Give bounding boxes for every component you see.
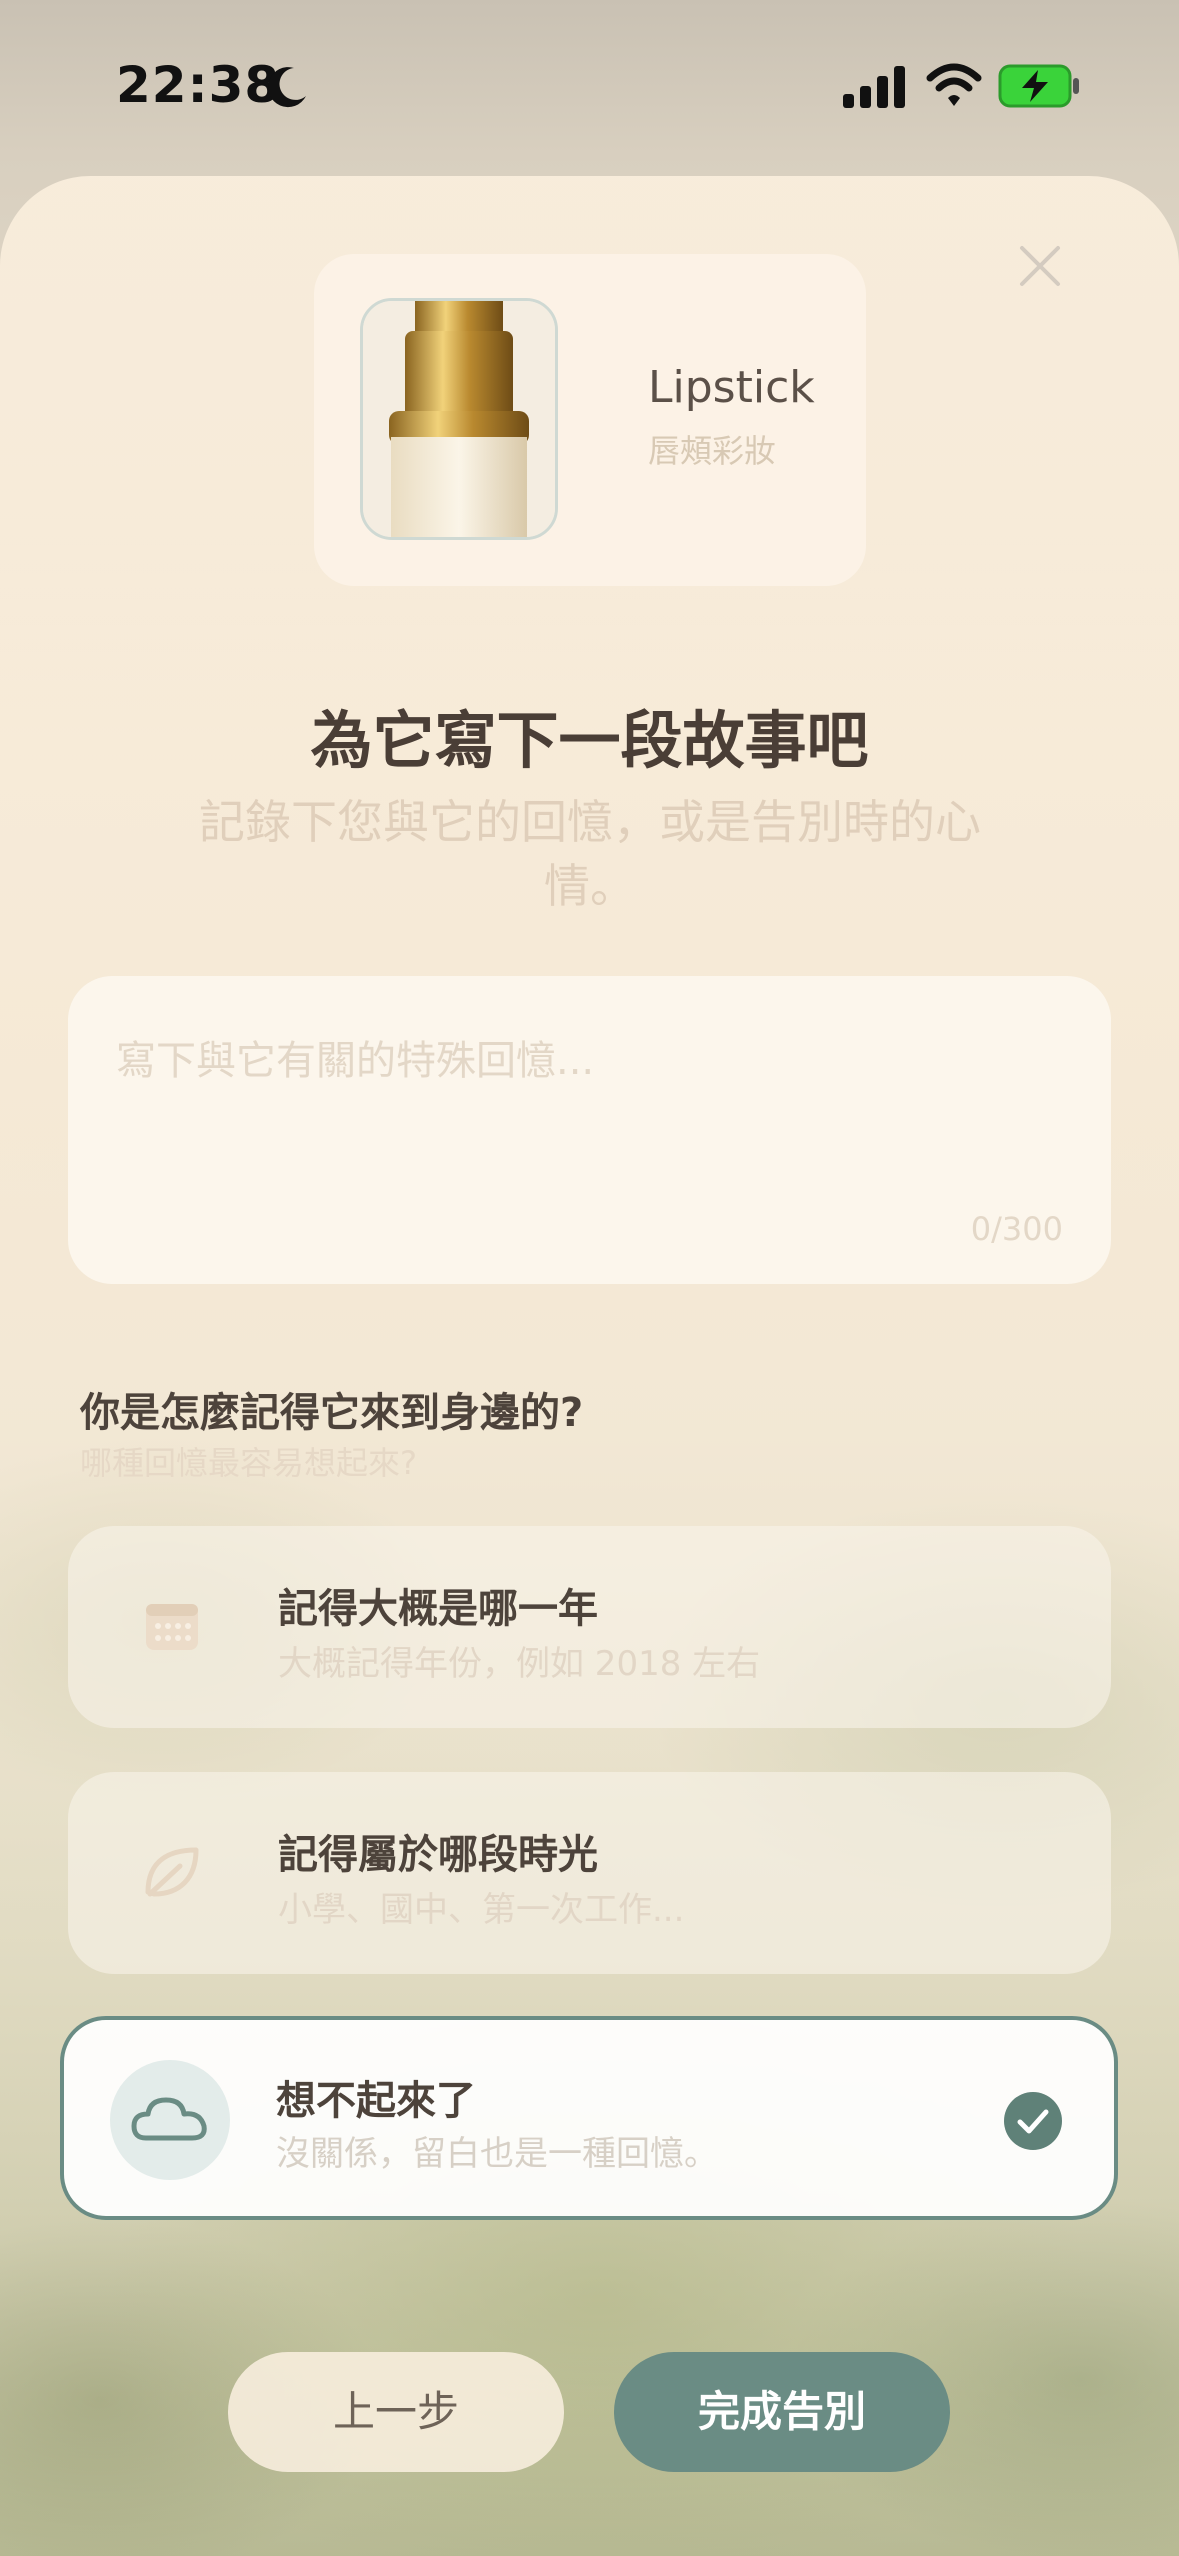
cellular-signal-icon xyxy=(843,66,905,108)
product-card: Lipstick 唇頰彩妝 xyxy=(314,254,866,586)
product-category: 唇頰彩妝 xyxy=(648,432,777,470)
calendar-icon xyxy=(146,1604,198,1650)
finish-farewell-button[interactable]: 完成告別 xyxy=(614,2352,950,2472)
moon-icon xyxy=(268,67,306,108)
story-textarea[interactable]: 寫下與它有關的特殊回憶... 0/300 xyxy=(68,976,1111,1284)
cloud-icon xyxy=(131,2097,207,2141)
option-subtitle: 小學、國中、第一次工作... xyxy=(278,1890,685,1930)
question-subtitle: 哪種回憶最容易想起來? xyxy=(80,1444,417,1482)
checkmark-icon xyxy=(1004,2092,1062,2150)
status-bar: 22:38 xyxy=(0,0,1179,176)
status-time: 22:38 xyxy=(116,56,281,114)
story-placeholder: 寫下與它有關的特殊回憶... xyxy=(116,1038,595,1084)
character-counter: 0/300 xyxy=(970,1210,1063,1248)
product-name: Lipstick xyxy=(648,362,815,413)
option-title: 記得大概是哪一年 xyxy=(278,1586,598,1632)
wifi-icon xyxy=(926,63,982,106)
page-subtitle: 記錄下您與它的回憶，或是告別時的心情。 xyxy=(199,795,981,913)
battery-charging-icon xyxy=(998,64,1079,108)
option-remember-period[interactable]: 記得屬於哪段時光 小學、國中、第一次工作... xyxy=(68,1772,1111,1974)
option-cant-remember[interactable]: 想不起來了 沒關係，留白也是一種回憶。 xyxy=(60,2016,1118,2220)
option-remember-year[interactable]: 記得大概是哪一年 大概記得年份，例如 2018 左右 xyxy=(68,1526,1111,1728)
leaf-icon xyxy=(145,1847,199,1897)
option-title: 記得屬於哪段時光 xyxy=(278,1832,598,1878)
product-image xyxy=(360,298,558,540)
back-button[interactable]: 上一步 xyxy=(228,2352,564,2472)
option-icon-circle xyxy=(110,2060,230,2180)
question-title: 你是怎麼記得它來到身邊的? xyxy=(80,1390,584,1436)
close-icon[interactable] xyxy=(1018,244,1062,288)
option-subtitle: 沒關係，留白也是一種回憶。 xyxy=(276,2134,718,2174)
lipstick-illustration xyxy=(363,301,555,537)
page-title: 為它寫下一段故事吧 xyxy=(310,704,869,777)
option-subtitle: 大概記得年份，例如 2018 左右 xyxy=(278,1644,761,1684)
option-title: 想不起來了 xyxy=(276,2078,476,2124)
